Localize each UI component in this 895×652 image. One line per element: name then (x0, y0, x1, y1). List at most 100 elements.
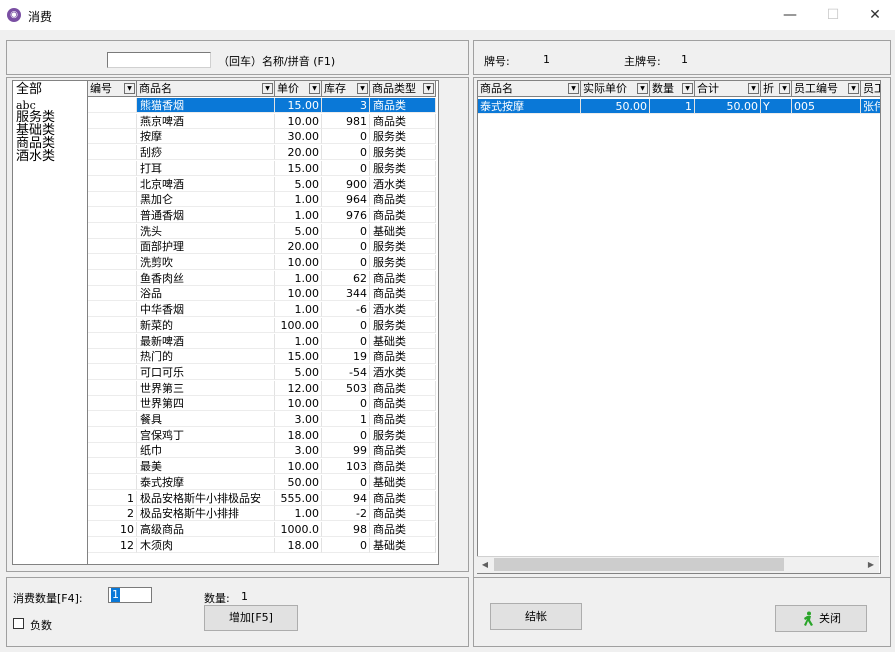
maximize-button[interactable]: ☐ (818, 4, 848, 26)
column-header-price[interactable]: 单价 ▼ (275, 81, 322, 97)
table-row[interactable]: 按摩 30.00 0 服务类 (88, 129, 438, 145)
product-id-cell (88, 427, 137, 443)
product-stock-cell: 0 (322, 129, 370, 145)
category-item-drinks[interactable]: 酒水类 (16, 150, 55, 163)
product-name-cell: 可口可乐 (137, 364, 275, 380)
search-input[interactable] (107, 52, 211, 68)
product-id-cell (88, 302, 137, 318)
product-name-cell: 洗头 (137, 223, 275, 239)
product-id-cell (88, 380, 137, 396)
filter-dropdown-icon[interactable]: ▼ (779, 83, 790, 94)
table-row[interactable]: 黑加仑 1.00 964 商品类 (88, 192, 438, 208)
table-row[interactable]: 洗剪吹 10.00 0 服务类 (88, 255, 438, 271)
product-type-cell: 商品类 (370, 113, 436, 129)
column-header-type[interactable]: 商品类型 ▼ (370, 81, 436, 97)
product-price-cell: 18.00 (275, 537, 322, 553)
table-row[interactable]: 12 木须肉 18.00 0 基础类 (88, 537, 438, 554)
column-header-item-name[interactable]: 商品名 ▼ (478, 81, 581, 97)
table-row[interactable]: 1 极品安格斯牛小排极品安 555.00 94 商品类 (88, 490, 438, 507)
column-header-employee[interactable]: 员工 (861, 81, 880, 97)
negative-checkbox[interactable] (13, 618, 24, 629)
product-id-cell: 1 (88, 490, 137, 506)
table-row[interactable]: 刮痧 20.00 0 服务类 (88, 145, 438, 161)
card-info-panel: 牌号: 1 主牌号: 1 (473, 40, 891, 75)
scroll-left-arrow-icon[interactable]: ◀ (477, 557, 493, 573)
table-row[interactable]: 10 高级商品 1000.0 98 商品类 (88, 521, 438, 538)
close-button[interactable]: 关闭 (775, 605, 867, 632)
order-grid[interactable]: 商品名▼ 实际单价▼ 数量▼ 合计▼ 折▼ 员工编号▼ 员工 泰式按摩 50.0… (477, 80, 881, 574)
table-row[interactable]: 世界第三 12.00 503 商品类 (88, 380, 438, 397)
product-type-cell: 商品类 (370, 506, 436, 522)
minimize-button[interactable]: — (775, 4, 805, 26)
table-row[interactable]: 鱼香肉丝 1.00 62 商品类 (88, 270, 438, 287)
table-row[interactable]: 面部护理 20.00 0 服务类 (88, 239, 438, 255)
main-card-label: 主牌号: (624, 55, 661, 68)
product-name-cell: 燕京啤酒 (137, 113, 275, 129)
column-header-discount[interactable]: 折 ▼ (761, 81, 792, 97)
table-row[interactable]: 热门的 15.00 19 商品类 (88, 349, 438, 365)
filter-dropdown-icon[interactable]: ▼ (309, 83, 320, 94)
scroll-right-arrow-icon[interactable]: ▶ (863, 557, 879, 573)
filter-dropdown-icon[interactable]: ▼ (848, 83, 859, 94)
filter-dropdown-icon[interactable]: ▼ (682, 83, 693, 94)
table-row[interactable]: 洗头 5.00 0 基础类 (88, 223, 438, 240)
product-name-cell: 刮痧 (137, 145, 275, 161)
product-stock-cell: 0 (322, 396, 370, 412)
quantity-input[interactable]: 1 (108, 587, 152, 603)
table-row[interactable]: 最新啤酒 1.00 0 基础类 (88, 333, 438, 350)
category-list[interactable]: 全部 abc 服务类 基础类 商品类 酒水类 (12, 80, 88, 565)
table-row[interactable]: 最美 10.00 103 商品类 (88, 459, 438, 475)
column-header-employee-id[interactable]: 员工编号 ▼ (792, 81, 861, 97)
product-type-cell: 服务类 (370, 145, 436, 161)
product-stock-cell: 0 (322, 474, 370, 490)
card-number-value: 1 (543, 53, 550, 66)
product-grid[interactable]: 编号 ▼ 商品名 ▼ 单价 ▼ 库存 ▼ 商品类型 ▼ 熊猫香烟 15.00 3 商品类 燕京啤酒… (87, 80, 439, 565)
table-row[interactable]: 纸巾 3.00 99 商品类 (88, 443, 438, 459)
order-row[interactable]: 泰式按摩 50.00 1 50.00 Y 005 张伟 (478, 99, 880, 115)
product-type-cell: 商品类 (370, 396, 436, 412)
filter-dropdown-icon[interactable]: ▼ (357, 83, 368, 94)
filter-dropdown-icon[interactable]: ▼ (568, 83, 579, 94)
table-row[interactable]: 泰式按摩 50.00 0 基础类 (88, 474, 438, 491)
column-header-total[interactable]: 合计 ▼ (695, 81, 761, 97)
product-stock-cell: 99 (322, 443, 370, 459)
filter-dropdown-icon[interactable]: ▼ (637, 83, 648, 94)
product-type-cell: 基础类 (370, 333, 436, 349)
checkout-button[interactable]: 结帐 (490, 603, 582, 630)
column-header-actual-price[interactable]: 实际单价 ▼ (581, 81, 650, 97)
table-row[interactable]: 打耳 15.00 0 服务类 (88, 160, 438, 177)
order-horizontal-scrollbar[interactable]: ◀ ▶ (477, 556, 879, 573)
column-header-id[interactable]: 编号 ▼ (88, 81, 137, 97)
product-price-cell: 1.00 (275, 302, 322, 318)
table-row[interactable]: 可口可乐 5.00 -54 酒水类 (88, 364, 438, 381)
product-price-cell: 20.00 (275, 239, 322, 255)
column-header-name[interactable]: 商品名 ▼ (137, 81, 275, 97)
filter-dropdown-icon[interactable]: ▼ (124, 83, 135, 94)
table-row[interactable]: 世界第四 10.00 0 商品类 (88, 396, 438, 412)
product-stock-cell: 344 (322, 286, 370, 302)
product-type-cell: 商品类 (370, 490, 436, 506)
category-item-all[interactable]: 全部 (16, 83, 42, 96)
table-row[interactable]: 燕京啤酒 10.00 981 商品类 (88, 113, 438, 130)
scrollbar-thumb[interactable] (494, 558, 784, 571)
product-id-cell (88, 333, 137, 349)
add-button[interactable]: 增加[F5] (204, 605, 298, 631)
column-header-quantity[interactable]: 数量 ▼ (650, 81, 695, 97)
product-name-cell: 普通香烟 (137, 207, 275, 223)
table-row[interactable]: 2 极品安格斯牛小排排 1.00 -2 商品类 (88, 506, 438, 522)
column-header-stock[interactable]: 库存 ▼ (322, 81, 370, 97)
table-row[interactable]: 普通香烟 1.00 976 商品类 (88, 207, 438, 224)
table-row[interactable]: 北京啤酒 5.00 900 酒水类 (88, 176, 438, 193)
product-type-cell: 商品类 (370, 98, 436, 113)
table-row[interactable]: 宫保鸡丁 18.00 0 服务类 (88, 427, 438, 444)
table-row[interactable]: 餐具 3.00 1 商品类 (88, 412, 438, 428)
table-row[interactable]: 熊猫香烟 15.00 3 商品类 (88, 98, 438, 114)
filter-dropdown-icon[interactable]: ▼ (748, 83, 759, 94)
table-row[interactable]: 新菜的 100.00 0 服务类 (88, 317, 438, 334)
filter-dropdown-icon[interactable]: ▼ (262, 83, 273, 94)
filter-dropdown-icon[interactable]: ▼ (423, 83, 434, 94)
close-window-button[interactable]: ✕ (860, 4, 890, 26)
table-row[interactable]: 浴品 10.00 344 商品类 (88, 286, 438, 302)
product-price-cell: 1.00 (275, 207, 322, 223)
table-row[interactable]: 中华香烟 1.00 -6 酒水类 (88, 302, 438, 318)
